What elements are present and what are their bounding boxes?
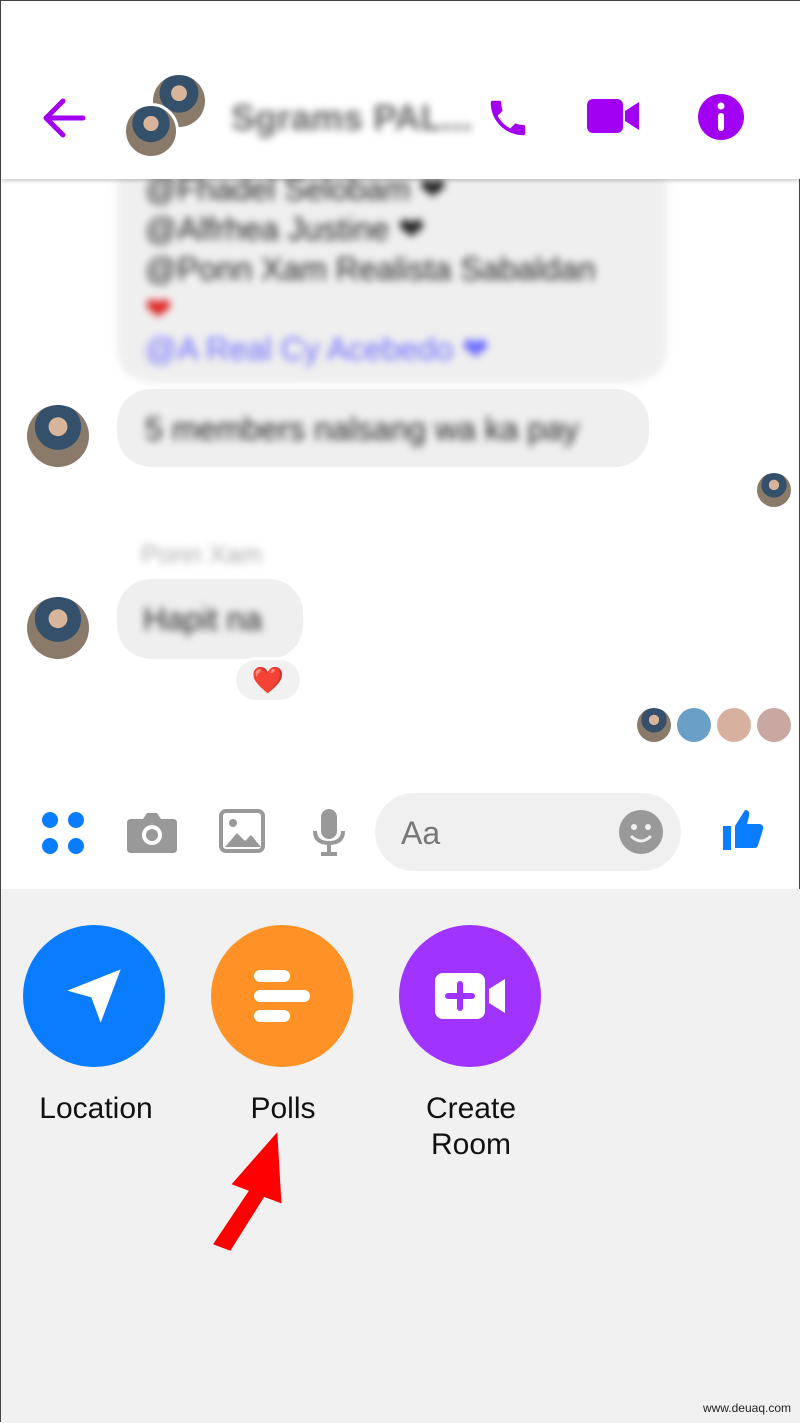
message-text: Hapit na <box>143 601 263 637</box>
emoji-icon[interactable] <box>619 810 663 854</box>
message-bubble: Hapit na <box>117 579 303 659</box>
message-input[interactable]: Aa <box>375 793 681 871</box>
read-receipt-avatar <box>637 708 671 742</box>
read-receipt-avatar <box>717 708 751 742</box>
avatar <box>27 597 89 659</box>
create-room-action[interactable] <box>399 925 541 1067</box>
message-bubble: @Fhadel Selobam ❤ @Alfrhea Justine ❤ @Po… <box>117 151 667 383</box>
message-text: 5 members nalsang wa ka pay <box>145 411 579 447</box>
mention: @A Real Cy Acebedo ❤ <box>145 331 489 367</box>
location-label[interactable]: Location <box>1 1091 191 1127</box>
avatar <box>123 103 179 159</box>
polls-icon <box>254 970 310 1022</box>
chat-title[interactable]: Sgrams PAL... <box>231 97 472 139</box>
mention: @Ponn Xam Realista Sabaldan <box>145 251 596 287</box>
red-arrow-annotation <box>213 1132 282 1251</box>
phone-icon[interactable] <box>485 95 531 141</box>
polls-label[interactable]: Polls <box>188 1091 378 1127</box>
video-camera-icon[interactable] <box>587 97 641 137</box>
avatar <box>27 405 89 467</box>
read-receipt-avatar <box>757 473 791 507</box>
watermark: www.deuaq.com <box>702 1401 791 1415</box>
location-arrow-icon <box>67 969 121 1023</box>
location-action[interactable] <box>23 925 165 1067</box>
heart-reaction[interactable]: ❤️ <box>233 657 303 703</box>
microphone-icon[interactable] <box>311 807 347 857</box>
mention: @Alfrhea Justine ❤ <box>145 211 425 247</box>
thumbs-up-icon[interactable] <box>719 805 767 855</box>
back-arrow-icon[interactable] <box>41 97 87 139</box>
video-add-icon <box>435 973 505 1019</box>
polls-action[interactable] <box>211 925 353 1067</box>
input-placeholder: Aa <box>401 815 441 851</box>
gallery-icon[interactable] <box>219 809 265 853</box>
sender-name: Ponn Xam <box>141 539 263 569</box>
location-button[interactable] <box>23 925 165 1067</box>
create-room-button[interactable] <box>399 925 541 1067</box>
read-receipt-avatar <box>677 708 711 742</box>
create-room-label[interactable]: Create Room <box>376 1091 566 1163</box>
info-icon[interactable] <box>698 94 744 140</box>
chat-header: Sgrams PAL... <box>1 1 800 179</box>
apps-icon[interactable] <box>41 811 85 855</box>
polls-button[interactable] <box>211 925 353 1067</box>
heart: ❤ <box>145 291 172 327</box>
camera-icon[interactable] <box>127 811 177 853</box>
more-actions-tray: Location Polls Create Room www.deuaq.com <box>1 889 800 1423</box>
read-receipt-avatar <box>757 708 791 742</box>
message-bubble: 5 members nalsang wa ka pay <box>117 389 649 467</box>
